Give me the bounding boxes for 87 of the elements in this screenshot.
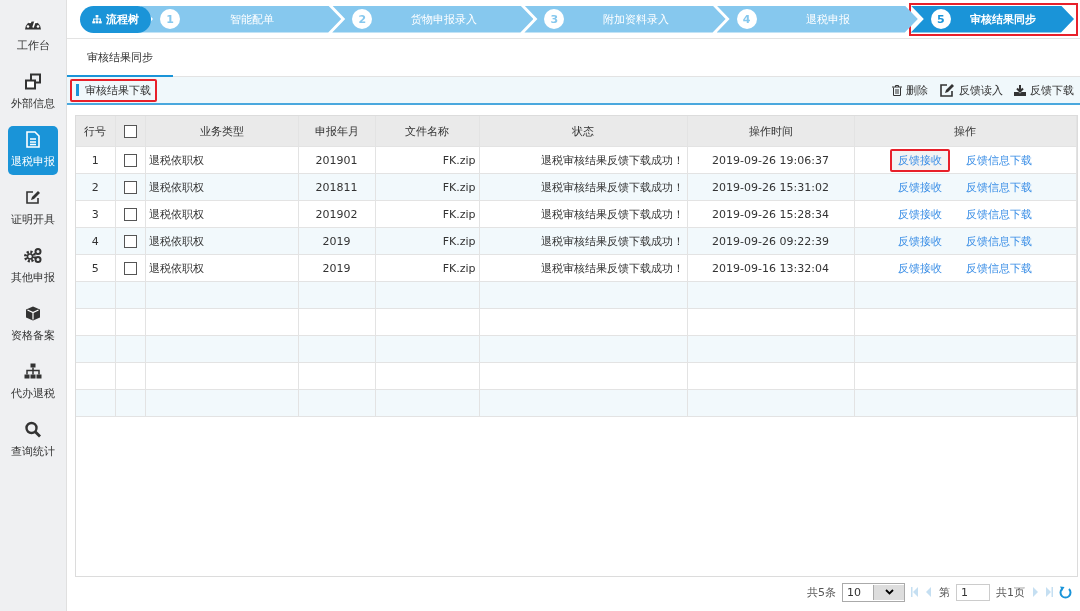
page-count: 共1页 [996,584,1025,600]
sitemap-icon [24,363,42,380]
table-cell: 3 [76,200,115,228]
sidebar-item[interactable]: 工作台 [8,10,58,59]
sidebar-item[interactable]: 其他申报 [8,242,58,291]
table-cell: 2019-09-26 09:22:39 [687,227,854,255]
table-cell: FK.zip [375,173,479,201]
edit-icon [939,82,955,98]
windows-icon [25,73,41,90]
table-cell: 退税审核结果反馈下载成功！ [479,173,687,201]
page-size-select[interactable]: 10 [842,582,905,602]
search-icon [25,421,41,438]
sidebar-item[interactable]: 退税申报 [8,126,58,175]
column-header: 申报年月 [298,116,375,147]
sidebar-item[interactable]: 资格备案 [8,300,58,349]
action-link[interactable]: 反馈接收 [890,256,951,280]
edit-icon [25,189,41,206]
row-checkbox[interactable] [123,261,137,275]
table-cell: 退税依职权 [145,146,298,174]
table-cell: 退税依职权 [145,227,298,255]
action-link[interactable]: 反馈信息下载 [958,175,1041,199]
table-cell: FK.zip [375,227,479,255]
table-cell: 退税依职权 [145,173,298,201]
column-header: 操作 [854,116,1077,147]
action-link[interactable]: 反馈接收 [890,175,951,199]
table-cell: 4 [76,227,115,255]
document-icon [26,131,40,148]
table-cell: 退税审核结果反馈下载成功！ [479,227,687,255]
table-cell: 5 [76,254,115,282]
column-header: 文件名称 [375,116,479,147]
action-link[interactable]: 反馈接收 [890,229,951,253]
section-title: 审核结果下载 [70,78,157,102]
action-link[interactable]: 反馈接收 [890,202,951,226]
row-checkbox[interactable] [123,207,137,221]
table-cell: 2019-09-16 13:32:04 [687,254,854,282]
row-checkbox[interactable] [123,153,137,167]
column-header: 状态 [479,116,687,147]
table-cell: 201811 [298,173,375,201]
table-cell: 退税审核结果反馈下载成功！ [479,200,687,228]
action-link[interactable]: 反馈接收 [890,148,951,172]
action-link[interactable]: 反馈信息下载 [958,256,1041,280]
action-link[interactable]: 反馈信息下载 [958,148,1041,172]
step-tab[interactable]: 5 审核结果同步 [910,5,1074,33]
sitemap-icon [92,14,102,24]
table-cell: 2019-09-26 19:06:37 [687,146,854,174]
toolbar-button[interactable]: 删除 [892,82,928,98]
column-header: 操作时间 [687,116,854,147]
process-tree-button[interactable]: 流程树 [80,5,151,33]
table-cell: 退税依职权 [145,200,298,228]
table-cell: 2019 [298,254,375,282]
row-checkbox[interactable] [123,180,137,194]
page-input[interactable]: 1 [956,583,990,601]
refresh-icon[interactable] [1059,585,1072,599]
table-cell: FK.zip [375,200,479,228]
table-cell: 退税审核结果反馈下载成功！ [479,254,687,282]
step-tab[interactable]: 3 附加资料录入 [524,5,726,33]
download-icon [1014,84,1026,96]
column-header: 行号 [76,116,115,147]
table-cell: 1 [76,146,115,174]
table-cell: FK.zip [375,146,479,174]
trash-icon [892,84,902,96]
page-label: 第 [939,584,950,600]
table-cell: FK.zip [375,254,479,282]
sidebar-item[interactable]: 外部信息 [8,68,58,117]
toolbar-button[interactable]: 反馈下载 [1014,82,1074,98]
table-cell: 2 [76,173,115,201]
accent-bar [76,84,79,96]
table-cell: 退税依职权 [145,254,298,282]
table-cell: 201901 [298,146,375,174]
total-count: 共5条 [807,584,836,600]
cube-icon [25,305,41,322]
sidebar-item[interactable]: 查询统计 [8,416,58,465]
toolbar-button[interactable]: 反馈读入 [939,82,1003,98]
action-link[interactable]: 反馈信息下载 [958,229,1041,253]
select-all-checkbox[interactable] [123,124,137,138]
action-link[interactable]: 反馈信息下载 [958,202,1041,226]
sidebar-item[interactable]: 证明开具 [8,184,58,233]
chevron-down-icon [873,584,904,600]
table-cell: 2019 [298,227,375,255]
table-cell: 退税审核结果反馈下载成功！ [479,146,687,174]
sidebar-item[interactable]: 代办退税 [8,358,58,407]
table-cell: 201902 [298,200,375,228]
row-checkbox[interactable] [123,234,137,248]
gears-icon [24,247,42,264]
table-cell: 2019-09-26 15:31:02 [687,173,854,201]
column-header: 业务类型 [145,116,298,147]
table-cell: 2019-09-26 15:28:34 [687,200,854,228]
